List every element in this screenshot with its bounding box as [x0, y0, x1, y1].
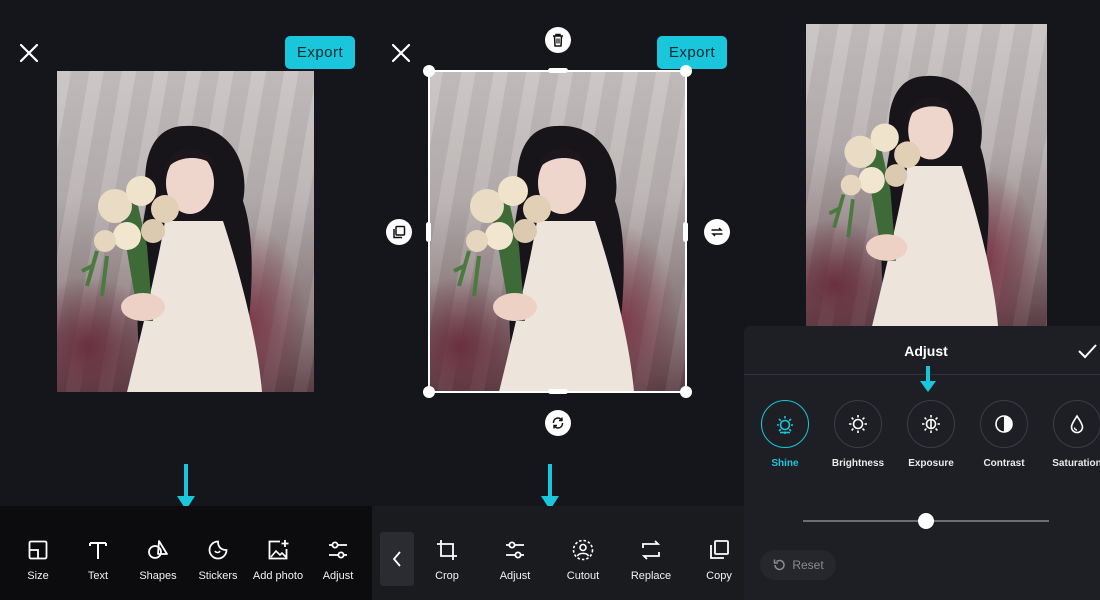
resize-handle-bottom-right[interactable]	[680, 386, 692, 398]
stickers-icon	[208, 540, 228, 560]
layer-toolbar: Crop Adjust Cutout Replace Copy	[372, 506, 744, 600]
adjust-option-shine[interactable]: Shine	[748, 400, 822, 469]
adjust-option-label: Saturation	[1052, 458, 1100, 469]
flip-layer-button[interactable]	[704, 219, 730, 245]
sheet-title: Adjust	[904, 343, 948, 359]
adjust-option-circle	[1053, 400, 1100, 448]
cutout-icon	[572, 539, 594, 561]
export-button[interactable]: Export	[657, 36, 727, 69]
adjust-option-brightness[interactable]: Brightness	[821, 400, 895, 469]
copy-icon	[710, 540, 729, 559]
text-icon	[89, 542, 107, 559]
adjust-option-circle	[980, 400, 1028, 448]
exposure-icon	[922, 415, 940, 433]
add-photo-icon	[268, 540, 289, 560]
tool-label: Crop	[435, 570, 459, 582]
resize-handle-bottom-left[interactable]	[423, 386, 435, 398]
edge-handle-bottom[interactable]	[548, 389, 568, 394]
close-button[interactable]	[386, 38, 416, 68]
photo-canvas[interactable]	[57, 71, 314, 392]
reset-icon	[774, 559, 786, 571]
highlight-arrow-icon	[920, 366, 936, 392]
adjust-option-label: Shine	[771, 458, 799, 469]
tool-crop[interactable]: Crop	[415, 538, 479, 582]
replace-icon	[641, 540, 661, 560]
rotate-layer-button[interactable]	[545, 410, 571, 436]
chevron-left-icon	[392, 551, 401, 567]
close-icon	[19, 43, 39, 63]
contrast-icon	[995, 415, 1013, 433]
tool-copy[interactable]: Copy	[687, 538, 744, 582]
tool-replace[interactable]: Replace	[619, 538, 683, 582]
crop-icon	[437, 540, 457, 560]
duplicate-icon	[393, 225, 406, 239]
editor-panel-main: Export Size Text Shapes Stickers Add pho…	[0, 0, 372, 600]
trash-icon	[553, 33, 563, 47]
back-button[interactable]	[380, 532, 414, 586]
adjust-icon	[329, 541, 347, 559]
tool-label: Adjust	[322, 570, 354, 582]
reset-label: Reset	[792, 558, 824, 572]
tool-label: Cutout	[566, 570, 600, 582]
edge-handle-top[interactable]	[548, 68, 568, 73]
tool-add-photo[interactable]: Add photo	[246, 538, 310, 582]
tool-label: Adjust	[499, 570, 531, 582]
delete-layer-button[interactable]	[545, 27, 571, 53]
adjust-option-circle	[834, 400, 882, 448]
portrait-photo-illustration	[81, 125, 262, 392]
tool-text[interactable]: Text	[66, 538, 130, 582]
brightness-icon	[849, 415, 867, 433]
highlight-arrow-icon	[541, 464, 559, 510]
tool-label: Replace	[630, 570, 672, 582]
adjust-sheet: Adjust Shine Brightness Exposure Contras…	[744, 326, 1100, 600]
adjust-option-circle	[907, 400, 955, 448]
adjust-option-exposure[interactable]: Exposure	[894, 400, 968, 469]
adjust-option-label: Brightness	[831, 458, 885, 469]
adjust-option-label: Contrast	[983, 458, 1025, 469]
tool-label: Size	[27, 570, 49, 582]
size-icon	[28, 540, 48, 560]
adjust-option-saturation[interactable]: Saturation	[1040, 400, 1100, 469]
resize-handle-top-left[interactable]	[423, 65, 435, 77]
close-icon	[391, 43, 411, 63]
editor-panel-selected: Export Crop Adjust Cutout Replace Copy	[372, 0, 744, 600]
edge-handle-right[interactable]	[683, 222, 688, 242]
edge-handle-left[interactable]	[426, 222, 431, 242]
tool-label: Copy	[706, 570, 732, 582]
tool-shapes[interactable]: Shapes	[126, 538, 190, 582]
shapes-icon	[148, 540, 168, 559]
tool-size[interactable]: Size	[6, 538, 70, 582]
main-toolbar: Size Text Shapes Stickers Add photo Adju…	[0, 506, 372, 600]
tool-adjust[interactable]: Adjust	[306, 538, 370, 582]
check-icon	[1078, 344, 1097, 359]
tool-stickers[interactable]: Stickers	[186, 538, 250, 582]
tool-label: Text	[87, 570, 109, 582]
tool-label: Shapes	[139, 570, 177, 582]
duplicate-layer-button[interactable]	[386, 219, 412, 245]
adjust-option-label: Exposure	[908, 458, 954, 469]
adjust-option-contrast[interactable]: Contrast	[967, 400, 1041, 469]
highlight-arrow-icon	[177, 464, 195, 510]
adjust-panel: Adjust Shine Brightness Exposure Contras…	[744, 0, 1100, 600]
slider-thumb[interactable]	[918, 513, 934, 529]
close-button[interactable]	[14, 38, 44, 68]
adjust-slider[interactable]	[803, 513, 1049, 529]
tool-label: Stickers	[198, 570, 238, 582]
export-button[interactable]: Export	[285, 36, 355, 69]
shine-icon	[777, 416, 793, 434]
selection-frame	[428, 70, 687, 393]
tool-adjust[interactable]: Adjust	[483, 538, 547, 582]
adjust-option-circle	[761, 400, 809, 448]
rotate-icon	[552, 417, 564, 429]
photo-preview	[806, 24, 1047, 328]
saturation-icon	[1070, 414, 1084, 434]
flip-icon	[711, 227, 723, 237]
portrait-photo-illustration	[828, 75, 999, 328]
adjust-icon	[506, 541, 524, 559]
tool-label: Add photo	[252, 570, 304, 582]
confirm-button[interactable]	[1076, 340, 1098, 362]
tool-cutout[interactable]: Cutout	[551, 538, 615, 582]
reset-button[interactable]: Reset	[760, 550, 836, 580]
resize-handle-top-right[interactable]	[680, 65, 692, 77]
